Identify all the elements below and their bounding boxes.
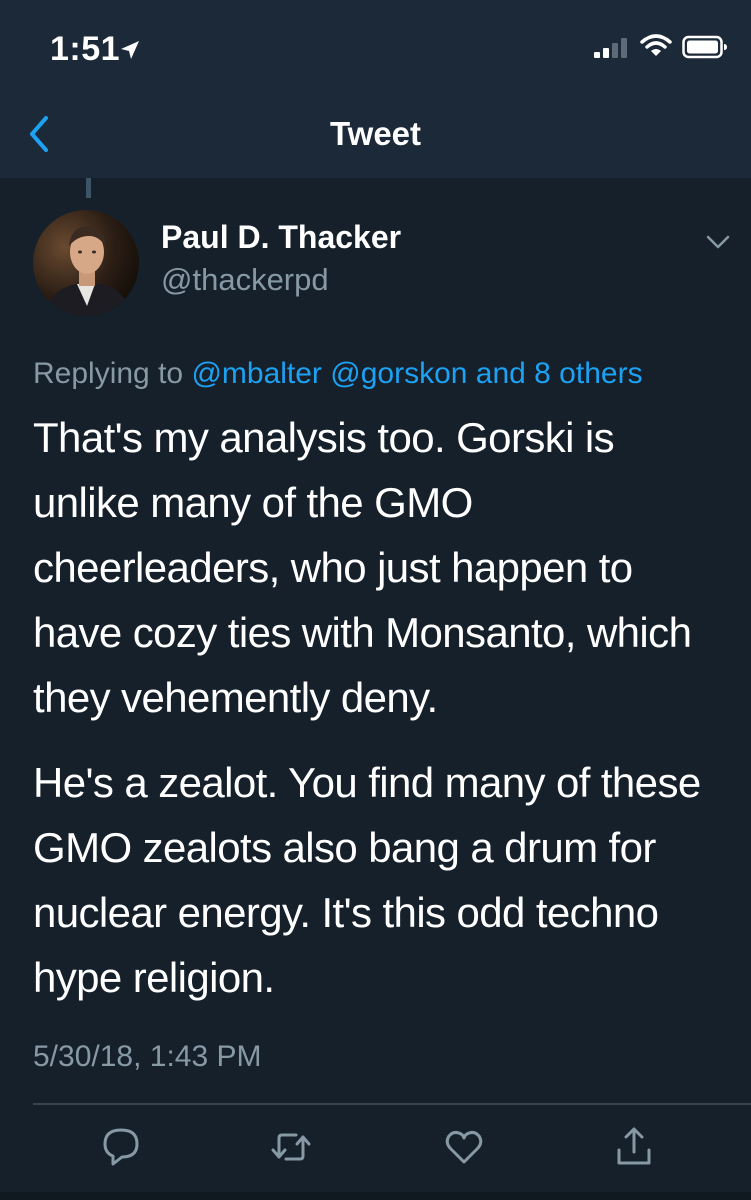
replying-to: Replying to @mbalter @gorskon and 8 othe… <box>33 357 643 391</box>
bottom-edge <box>0 1192 751 1200</box>
profile-photo <box>33 210 139 316</box>
replying-to-label: Replying to <box>33 357 184 390</box>
replying-to-mentions[interactable]: @mbalter @gorskon and 8 others <box>191 357 642 390</box>
author-display-name[interactable]: Paul D. Thacker <box>161 219 401 256</box>
retweet-icon[interactable] <box>270 1126 312 1168</box>
top-bar: 1:51 Tweet <box>0 0 751 178</box>
divider <box>33 1103 751 1105</box>
tweet-paragraph-2: He's a zealot. You find many of these GM… <box>33 759 701 1001</box>
status-bar: 1:51 <box>0 0 751 90</box>
author-handle[interactable]: @thackerpd <box>161 262 329 298</box>
tweet-timestamp: 5/30/18, 1:43 PM <box>33 1040 262 1073</box>
signal-icon <box>594 38 627 58</box>
page-title: Tweet <box>329 115 422 152</box>
avatar[interactable] <box>33 210 139 316</box>
wifi-icon <box>640 34 672 56</box>
location-arrow-icon <box>121 41 139 59</box>
battery-icon <box>682 35 727 59</box>
chevron-down-icon[interactable] <box>703 230 733 254</box>
reply-icon[interactable] <box>100 1126 142 1168</box>
share-icon[interactable] <box>613 1126 655 1168</box>
tweet-paragraph-1: That's my analysis too. Gorski is unlike… <box>33 414 692 721</box>
thread-connector <box>86 178 91 198</box>
like-icon[interactable] <box>443 1126 485 1168</box>
status-time: 1:51 <box>50 30 121 68</box>
